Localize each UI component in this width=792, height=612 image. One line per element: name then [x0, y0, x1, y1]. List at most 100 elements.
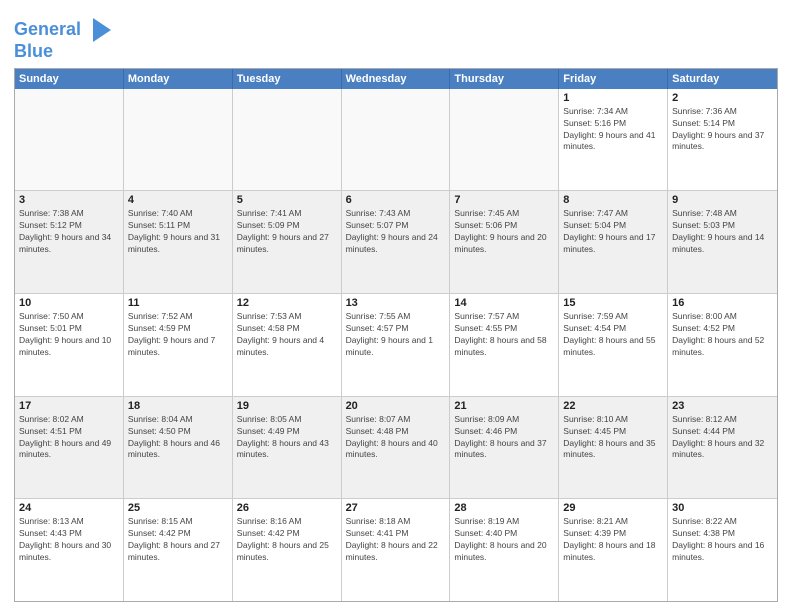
day-number: 26 — [237, 502, 337, 514]
calendar-cell: 30 Sunrise: 8:22 AM Sunset: 4:38 PM Dayli… — [668, 499, 777, 601]
day-number: 15 — [563, 297, 663, 309]
day-info: Sunrise: 7:36 AM Sunset: 5:14 PM Dayligh… — [672, 106, 773, 154]
logo-icon — [83, 14, 115, 46]
day-number: 14 — [454, 297, 554, 309]
day-number: 22 — [563, 400, 663, 412]
calendar-cell: 7 Sunrise: 7:45 AM Sunset: 5:06 PM Daylig… — [450, 191, 559, 293]
day-info: Sunrise: 7:53 AM Sunset: 4:58 PM Dayligh… — [237, 311, 337, 359]
calendar-cell: 3 Sunrise: 7:38 AM Sunset: 5:12 PM Daylig… — [15, 191, 124, 293]
day-info: Sunrise: 7:55 AM Sunset: 4:57 PM Dayligh… — [346, 311, 446, 359]
calendar-cell: 8 Sunrise: 7:47 AM Sunset: 5:04 PM Daylig… — [559, 191, 668, 293]
day-info: Sunrise: 7:34 AM Sunset: 5:16 PM Dayligh… — [563, 106, 663, 154]
calendar-row-4: 24 Sunrise: 8:13 AM Sunset: 4:43 PM Dayli… — [15, 499, 777, 601]
day-number: 23 — [672, 400, 773, 412]
day-number: 2 — [672, 92, 773, 104]
day-info: Sunrise: 8:02 AM Sunset: 4:51 PM Dayligh… — [19, 414, 119, 462]
day-info: Sunrise: 8:04 AM Sunset: 4:50 PM Dayligh… — [128, 414, 228, 462]
day-number: 1 — [563, 92, 663, 104]
day-number: 24 — [19, 502, 119, 514]
header-cell-wednesday: Wednesday — [342, 69, 451, 89]
calendar-cell: 5 Sunrise: 7:41 AM Sunset: 5:09 PM Daylig… — [233, 191, 342, 293]
header-cell-monday: Monday — [124, 69, 233, 89]
day-info: Sunrise: 8:19 AM Sunset: 4:40 PM Dayligh… — [454, 516, 554, 564]
day-info: Sunrise: 8:09 AM Sunset: 4:46 PM Dayligh… — [454, 414, 554, 462]
day-info: Sunrise: 8:22 AM Sunset: 4:38 PM Dayligh… — [672, 516, 773, 564]
calendar-cell: 25 Sunrise: 8:15 AM Sunset: 4:42 PM Dayli… — [124, 499, 233, 601]
calendar-cell: 13 Sunrise: 7:55 AM Sunset: 4:57 PM Dayli… — [342, 294, 451, 396]
day-info: Sunrise: 7:50 AM Sunset: 5:01 PM Dayligh… — [19, 311, 119, 359]
day-number: 13 — [346, 297, 446, 309]
day-info: Sunrise: 8:16 AM Sunset: 4:42 PM Dayligh… — [237, 516, 337, 564]
calendar-cell: 10 Sunrise: 7:50 AM Sunset: 5:01 PM Dayli… — [15, 294, 124, 396]
day-number: 17 — [19, 400, 119, 412]
day-info: Sunrise: 8:18 AM Sunset: 4:41 PM Dayligh… — [346, 516, 446, 564]
day-number: 10 — [19, 297, 119, 309]
day-number: 5 — [237, 194, 337, 206]
day-info: Sunrise: 8:10 AM Sunset: 4:45 PM Dayligh… — [563, 414, 663, 462]
day-number: 25 — [128, 502, 228, 514]
header-cell-sunday: Sunday — [15, 69, 124, 89]
header-cell-tuesday: Tuesday — [233, 69, 342, 89]
calendar-cell: 24 Sunrise: 8:13 AM Sunset: 4:43 PM Dayli… — [15, 499, 124, 601]
day-number: 11 — [128, 297, 228, 309]
day-number: 20 — [346, 400, 446, 412]
day-number: 3 — [19, 194, 119, 206]
calendar-cell: 19Sunrise: 8:05 AM Sunset: 4:49 PM Dayli… — [233, 397, 342, 499]
day-info: Sunrise: 7:38 AM Sunset: 5:12 PM Dayligh… — [19, 208, 119, 256]
calendar-cell — [124, 89, 233, 191]
calendar-body: 1 Sunrise: 7:34 AM Sunset: 5:16 PM Daylig… — [15, 89, 777, 601]
calendar-cell: 12 Sunrise: 7:53 AM Sunset: 4:58 PM Dayli… — [233, 294, 342, 396]
calendar-cell: 11 Sunrise: 7:52 AM Sunset: 4:59 PM Dayli… — [124, 294, 233, 396]
calendar-cell: 18 Sunrise: 8:04 AM Sunset: 4:50 PM Dayli… — [124, 397, 233, 499]
calendar-cell: 20 Sunrise: 8:07 AM Sunset: 4:48 PM Dayli… — [342, 397, 451, 499]
day-number: 8 — [563, 194, 663, 206]
day-info: Sunrise: 7:48 AM Sunset: 5:03 PM Dayligh… — [672, 208, 773, 256]
calendar-cell — [450, 89, 559, 191]
day-info: Sunrise: 7:40 AM Sunset: 5:11 PM Dayligh… — [128, 208, 228, 256]
day-info: Sunrise: 8:13 AM Sunset: 4:43 PM Dayligh… — [19, 516, 119, 564]
calendar-cell — [233, 89, 342, 191]
day-info: Sunrise: 7:43 AM Sunset: 5:07 PM Dayligh… — [346, 208, 446, 256]
day-number: 21 — [454, 400, 554, 412]
page-header: General Blue — [14, 10, 778, 62]
header-cell-thursday: Thursday — [450, 69, 559, 89]
calendar-row-0: 1 Sunrise: 7:34 AM Sunset: 5:16 PM Daylig… — [15, 89, 777, 192]
day-info: Sunrise: 7:41 AM Sunset: 5:09 PM Dayligh… — [237, 208, 337, 256]
day-number: 6 — [346, 194, 446, 206]
day-number: 30 — [672, 502, 773, 514]
calendar-cell: 23Sunrise: 8:12 AM Sunset: 4:44 PM Dayli… — [668, 397, 777, 499]
day-number: 4 — [128, 194, 228, 206]
calendar-cell: 22 Sunrise: 8:10 AM Sunset: 4:45 PM Dayli… — [559, 397, 668, 499]
calendar-cell: 4 Sunrise: 7:40 AM Sunset: 5:11 PM Daylig… — [124, 191, 233, 293]
day-number: 9 — [672, 194, 773, 206]
day-number: 18 — [128, 400, 228, 412]
day-number: 12 — [237, 297, 337, 309]
logo-text: General — [14, 20, 81, 40]
day-info: Sunrise: 8:15 AM Sunset: 4:42 PM Dayligh… — [128, 516, 228, 564]
calendar: SundayMondayTuesdayWednesdayThursdayFrid… — [14, 68, 778, 602]
day-info: Sunrise: 8:05 AM Sunset: 4:49 PM Dayligh… — [237, 414, 337, 462]
logo: General Blue — [14, 14, 115, 62]
calendar-cell: 16Sunrise: 8:00 AM Sunset: 4:52 PM Dayli… — [668, 294, 777, 396]
day-info: Sunrise: 7:45 AM Sunset: 5:06 PM Dayligh… — [454, 208, 554, 256]
calendar-header: SundayMondayTuesdayWednesdayThursdayFrid… — [15, 69, 777, 89]
calendar-cell: 1 Sunrise: 7:34 AM Sunset: 5:16 PM Daylig… — [559, 89, 668, 191]
day-info: Sunrise: 7:47 AM Sunset: 5:04 PM Dayligh… — [563, 208, 663, 256]
calendar-row-2: 10 Sunrise: 7:50 AM Sunset: 5:01 PM Dayli… — [15, 294, 777, 397]
calendar-cell: 2 Sunrise: 7:36 AM Sunset: 5:14 PM Daylig… — [668, 89, 777, 191]
day-info: Sunrise: 8:07 AM Sunset: 4:48 PM Dayligh… — [346, 414, 446, 462]
day-number: 27 — [346, 502, 446, 514]
calendar-cell — [342, 89, 451, 191]
day-info: Sunrise: 7:52 AM Sunset: 4:59 PM Dayligh… — [128, 311, 228, 359]
calendar-cell: 27 Sunrise: 8:18 AM Sunset: 4:41 PM Dayli… — [342, 499, 451, 601]
header-cell-saturday: Saturday — [668, 69, 777, 89]
day-number: 7 — [454, 194, 554, 206]
calendar-cell: 6 Sunrise: 7:43 AM Sunset: 5:07 PM Daylig… — [342, 191, 451, 293]
day-info: Sunrise: 8:21 AM Sunset: 4:39 PM Dayligh… — [563, 516, 663, 564]
calendar-cell: 21 Sunrise: 8:09 AM Sunset: 4:46 PM Dayli… — [450, 397, 559, 499]
calendar-cell: 14Sunrise: 7:57 AM Sunset: 4:55 PM Dayli… — [450, 294, 559, 396]
day-info: Sunrise: 8:00 AM Sunset: 4:52 PM Dayligh… — [672, 311, 773, 359]
calendar-cell — [15, 89, 124, 191]
calendar-row-1: 3 Sunrise: 7:38 AM Sunset: 5:12 PM Daylig… — [15, 191, 777, 294]
calendar-row-3: 17 Sunrise: 8:02 AM Sunset: 4:51 PM Dayli… — [15, 397, 777, 500]
